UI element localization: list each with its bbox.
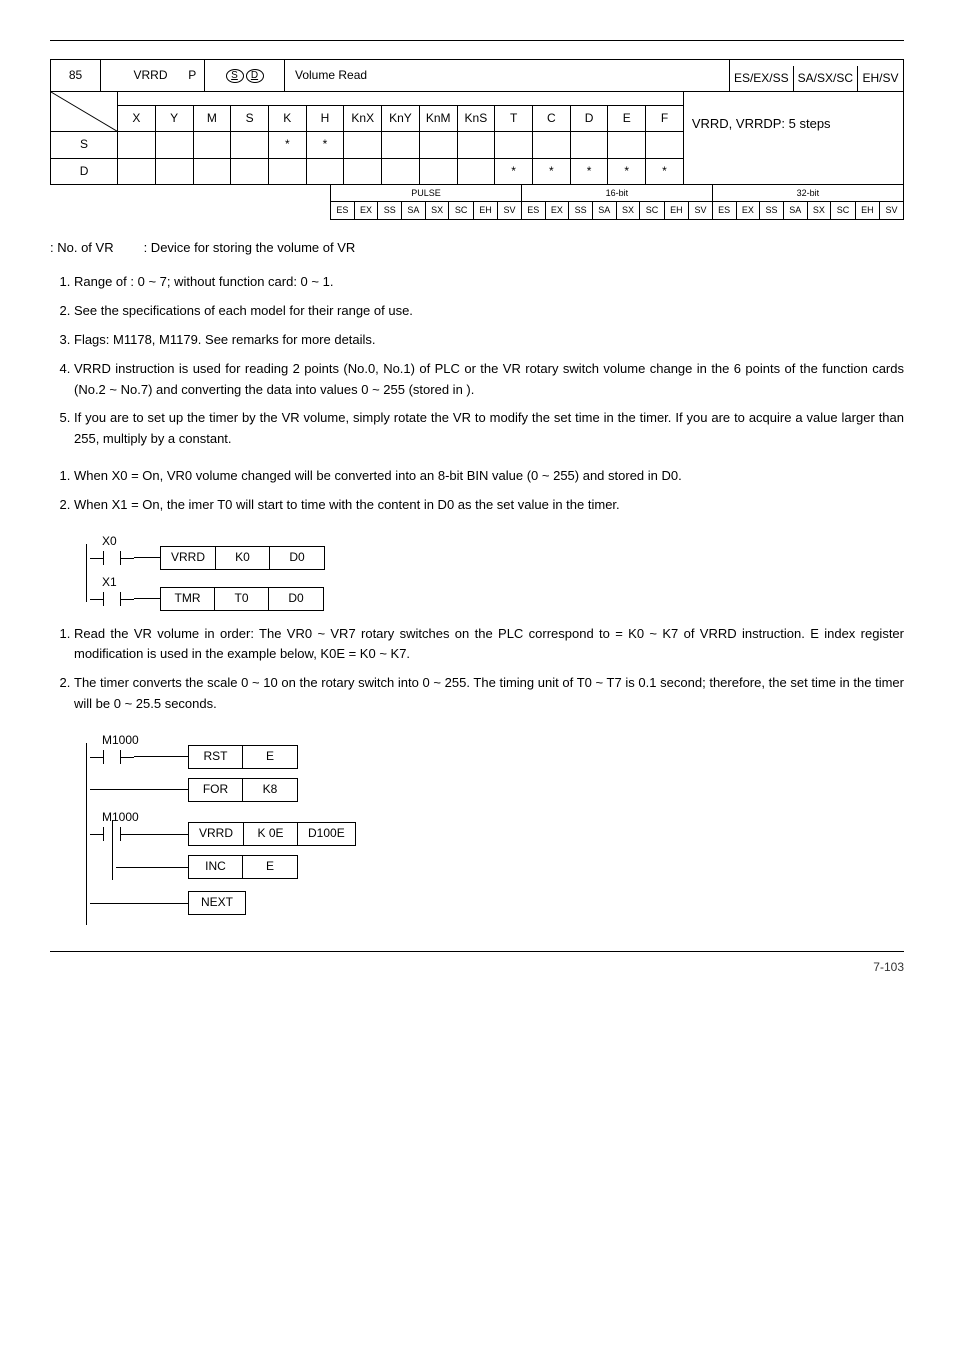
footer: 7-103 [50,951,904,977]
h-F: F [646,106,684,132]
ctrl2: SA/SX/SC [793,66,857,92]
h-M: M [193,106,231,132]
defs: : No. of VR : Device for storing the vol… [50,238,904,259]
exp-3: Flags: M1178, M1179. See remarks for mor… [74,330,904,351]
mnemonic: VRRD [121,60,181,92]
program-example-1: When X0 = On, VR0 volume changed will be… [50,466,904,516]
api-p: P [181,60,205,92]
pe2-2: The timer converts the scale 0 ~ 10 on t… [74,673,904,715]
def-s: : No. of VR [50,238,114,259]
h-K: K [268,106,306,132]
exp-1: Range of : 0 ~ 7; without function card:… [74,272,904,293]
h-KnM: KnM [419,106,457,132]
api-d-blank [101,60,121,92]
l2-r3-box: VRRD K 0E D100E [188,822,356,846]
h-X: X [118,106,156,132]
ladder2: M1000 RST E FOR K8 M1000 VRRD K 0E [86,731,446,931]
ctrl3: EH/SV [858,66,904,92]
type-diag [51,92,118,132]
h-E: E [608,106,646,132]
api-table: 85 VRRD P SD Volume Read ES/EX/SS SA/SX/… [50,59,904,92]
D-E: * [608,158,646,184]
h-S: S [231,106,269,132]
bitword-row: VRRD, VRRDP: 5 steps [51,92,904,106]
lbl-S: S [51,132,118,158]
pill-s: S [226,69,244,83]
l1-r1-box: VRRD K0 D0 [160,546,325,570]
def-d: : Device for storing the volume of VR [144,238,356,259]
b32-h: 32-bit [712,184,903,201]
h-Y: Y [155,106,193,132]
h-D: D [570,106,608,132]
h-KnY: KnY [382,106,420,132]
pulse-table: PULSE 16-bit 32-bit ESEXSSSASXSCEHSV ESE… [330,184,904,220]
b16-h: 16-bit [521,184,712,201]
contact-icon [90,826,134,842]
pill-d: D [246,69,264,83]
h-C: C [532,106,570,132]
contact-icon [90,749,134,765]
D-F: * [646,158,684,184]
pulse-cols: ESEXSSSASXSCEHSV ESEXSSSASXSCEHSV ESEXSS… [331,202,904,219]
bitword-span [118,92,684,106]
h-KnS: KnS [457,106,495,132]
operands-cell: SD [205,60,285,92]
pe1-1: When X0 = On, VR0 volume changed will be… [74,466,904,487]
pulse-wrap: PULSE 16-bit 32-bit ESEXSSSASXSCEHSV ESE… [50,185,904,220]
steps: VRRD, VRRDP: 5 steps [683,92,903,185]
l2-r2-box: FOR K8 [188,778,298,802]
contact-icon [90,550,134,566]
pe1-2: When X1 = On, the imer T0 will start to … [74,495,904,516]
h-H: H [306,106,344,132]
l1-r2-box: TMR T0 D0 [160,587,324,611]
exp-4: VRRD instruction is used for reading 2 p… [74,359,904,401]
D-D: * [570,158,608,184]
l2-r4-box: INC E [188,855,298,879]
pe2-1: Read the VR volume in order: The VR0 ~ V… [74,624,904,666]
S-H: * [306,132,344,158]
l2-r5-box: NEXT [188,891,246,915]
explanations: Range of : 0 ~ 7; without function card:… [50,272,904,450]
h-KnX: KnX [344,106,382,132]
pulse-h: PULSE [331,184,522,201]
exp-5: If you are to set up the timer by the VR… [74,408,904,450]
api-num: 85 [51,60,101,92]
lbl-D: D [51,158,118,184]
S-K: * [268,132,306,158]
contact-icon [90,591,134,607]
D-T: * [495,158,533,184]
page-number: 7-103 [873,960,904,974]
operand-table: VRRD, VRRDP: 5 steps X Y M S K H KnX KnY… [50,91,904,185]
ctrl1: ES/EX/SS [729,66,793,92]
ladder1: X0 VRRD K0 D0 X1 TMR T0 D0 [86,532,406,606]
function: Volume Read [285,60,730,92]
program-example-2: Read the VR volume in order: The VR0 ~ V… [50,624,904,715]
l2-r1-box: RST E [188,745,298,769]
exp-2: See the specifications of each model for… [74,301,904,322]
h-T: T [495,106,533,132]
D-C: * [532,158,570,184]
top-rule [50,40,904,41]
